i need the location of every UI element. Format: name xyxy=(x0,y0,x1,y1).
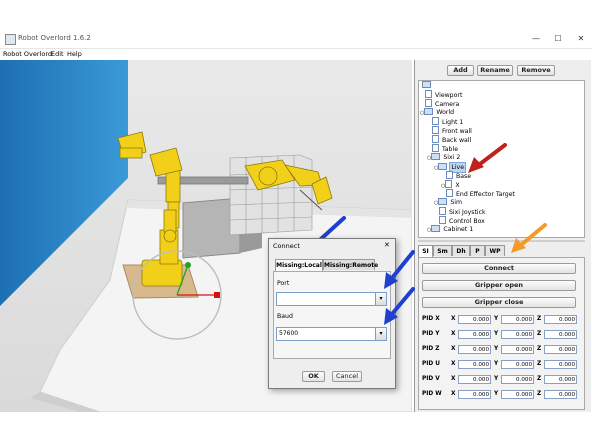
arrow-icon xyxy=(384,143,547,325)
